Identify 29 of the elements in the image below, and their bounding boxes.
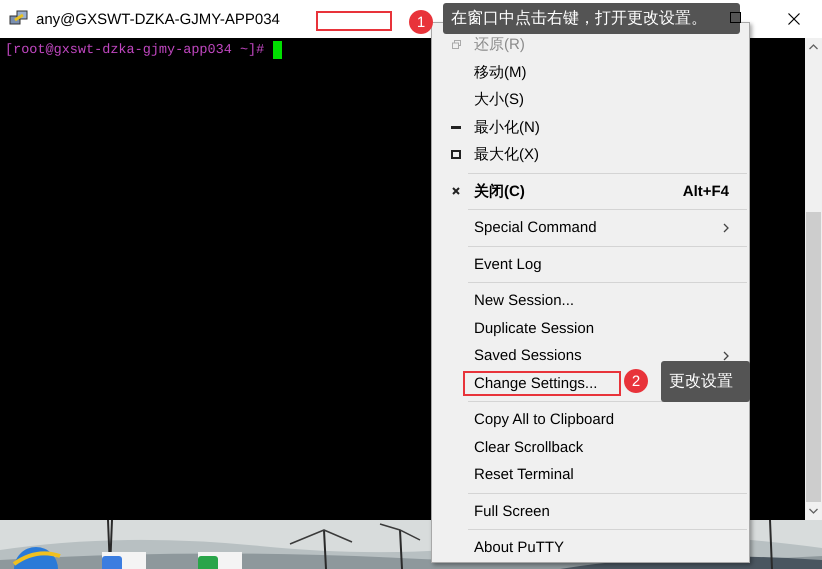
close-icon[interactable] <box>788 13 800 25</box>
menu-item[interactable]: 最大化(X) <box>434 141 747 168</box>
scroll-up-icon[interactable] <box>809 44 818 50</box>
menu-item[interactable]: 最小化(N) <box>434 114 747 141</box>
maximize-icon[interactable] <box>730 12 741 23</box>
chevron-right-icon <box>723 222 729 233</box>
menu-item[interactable]: 关闭(C) Alt+F4 <box>434 178 747 205</box>
chevron-right-icon <box>723 350 729 361</box>
menu-item[interactable]: Copy All to Clipboard <box>434 406 747 434</box>
menu-item[interactable]: Reset Terminal <box>434 461 747 488</box>
callout-tooltip: 在窗口中点击右键，打开更改设置。 <box>443 3 740 34</box>
callout-tooltip: 更改设置 <box>661 361 750 402</box>
menu-item[interactable]: 大小(S) <box>434 86 747 114</box>
scrollbar[interactable] <box>805 38 822 520</box>
menu-item[interactable]: Clear Scrollback <box>434 434 747 461</box>
scroll-down-icon[interactable] <box>809 508 818 514</box>
text-cursor <box>273 41 282 59</box>
menu-item[interactable]: Event Log <box>434 250 747 278</box>
window-title: any@GXSWT-DZKA-GJMY-APP034 <box>36 10 280 28</box>
restore-icon <box>452 40 460 50</box>
maximize-icon <box>451 150 461 160</box>
menu-item[interactable]: Special Command <box>434 214 747 242</box>
minimize-icon <box>451 126 461 129</box>
menu-item[interactable]: Duplicate Session <box>434 314 747 342</box>
prompt-text: [root@gxswt-dzka-gjmy-app034 ~]# <box>5 42 264 58</box>
menu-item[interactable]: 移动(M) <box>434 58 747 86</box>
scroll-thumb[interactable] <box>806 212 821 502</box>
close-icon <box>452 187 460 196</box>
menu-item[interactable]: New Session... <box>434 287 747 314</box>
